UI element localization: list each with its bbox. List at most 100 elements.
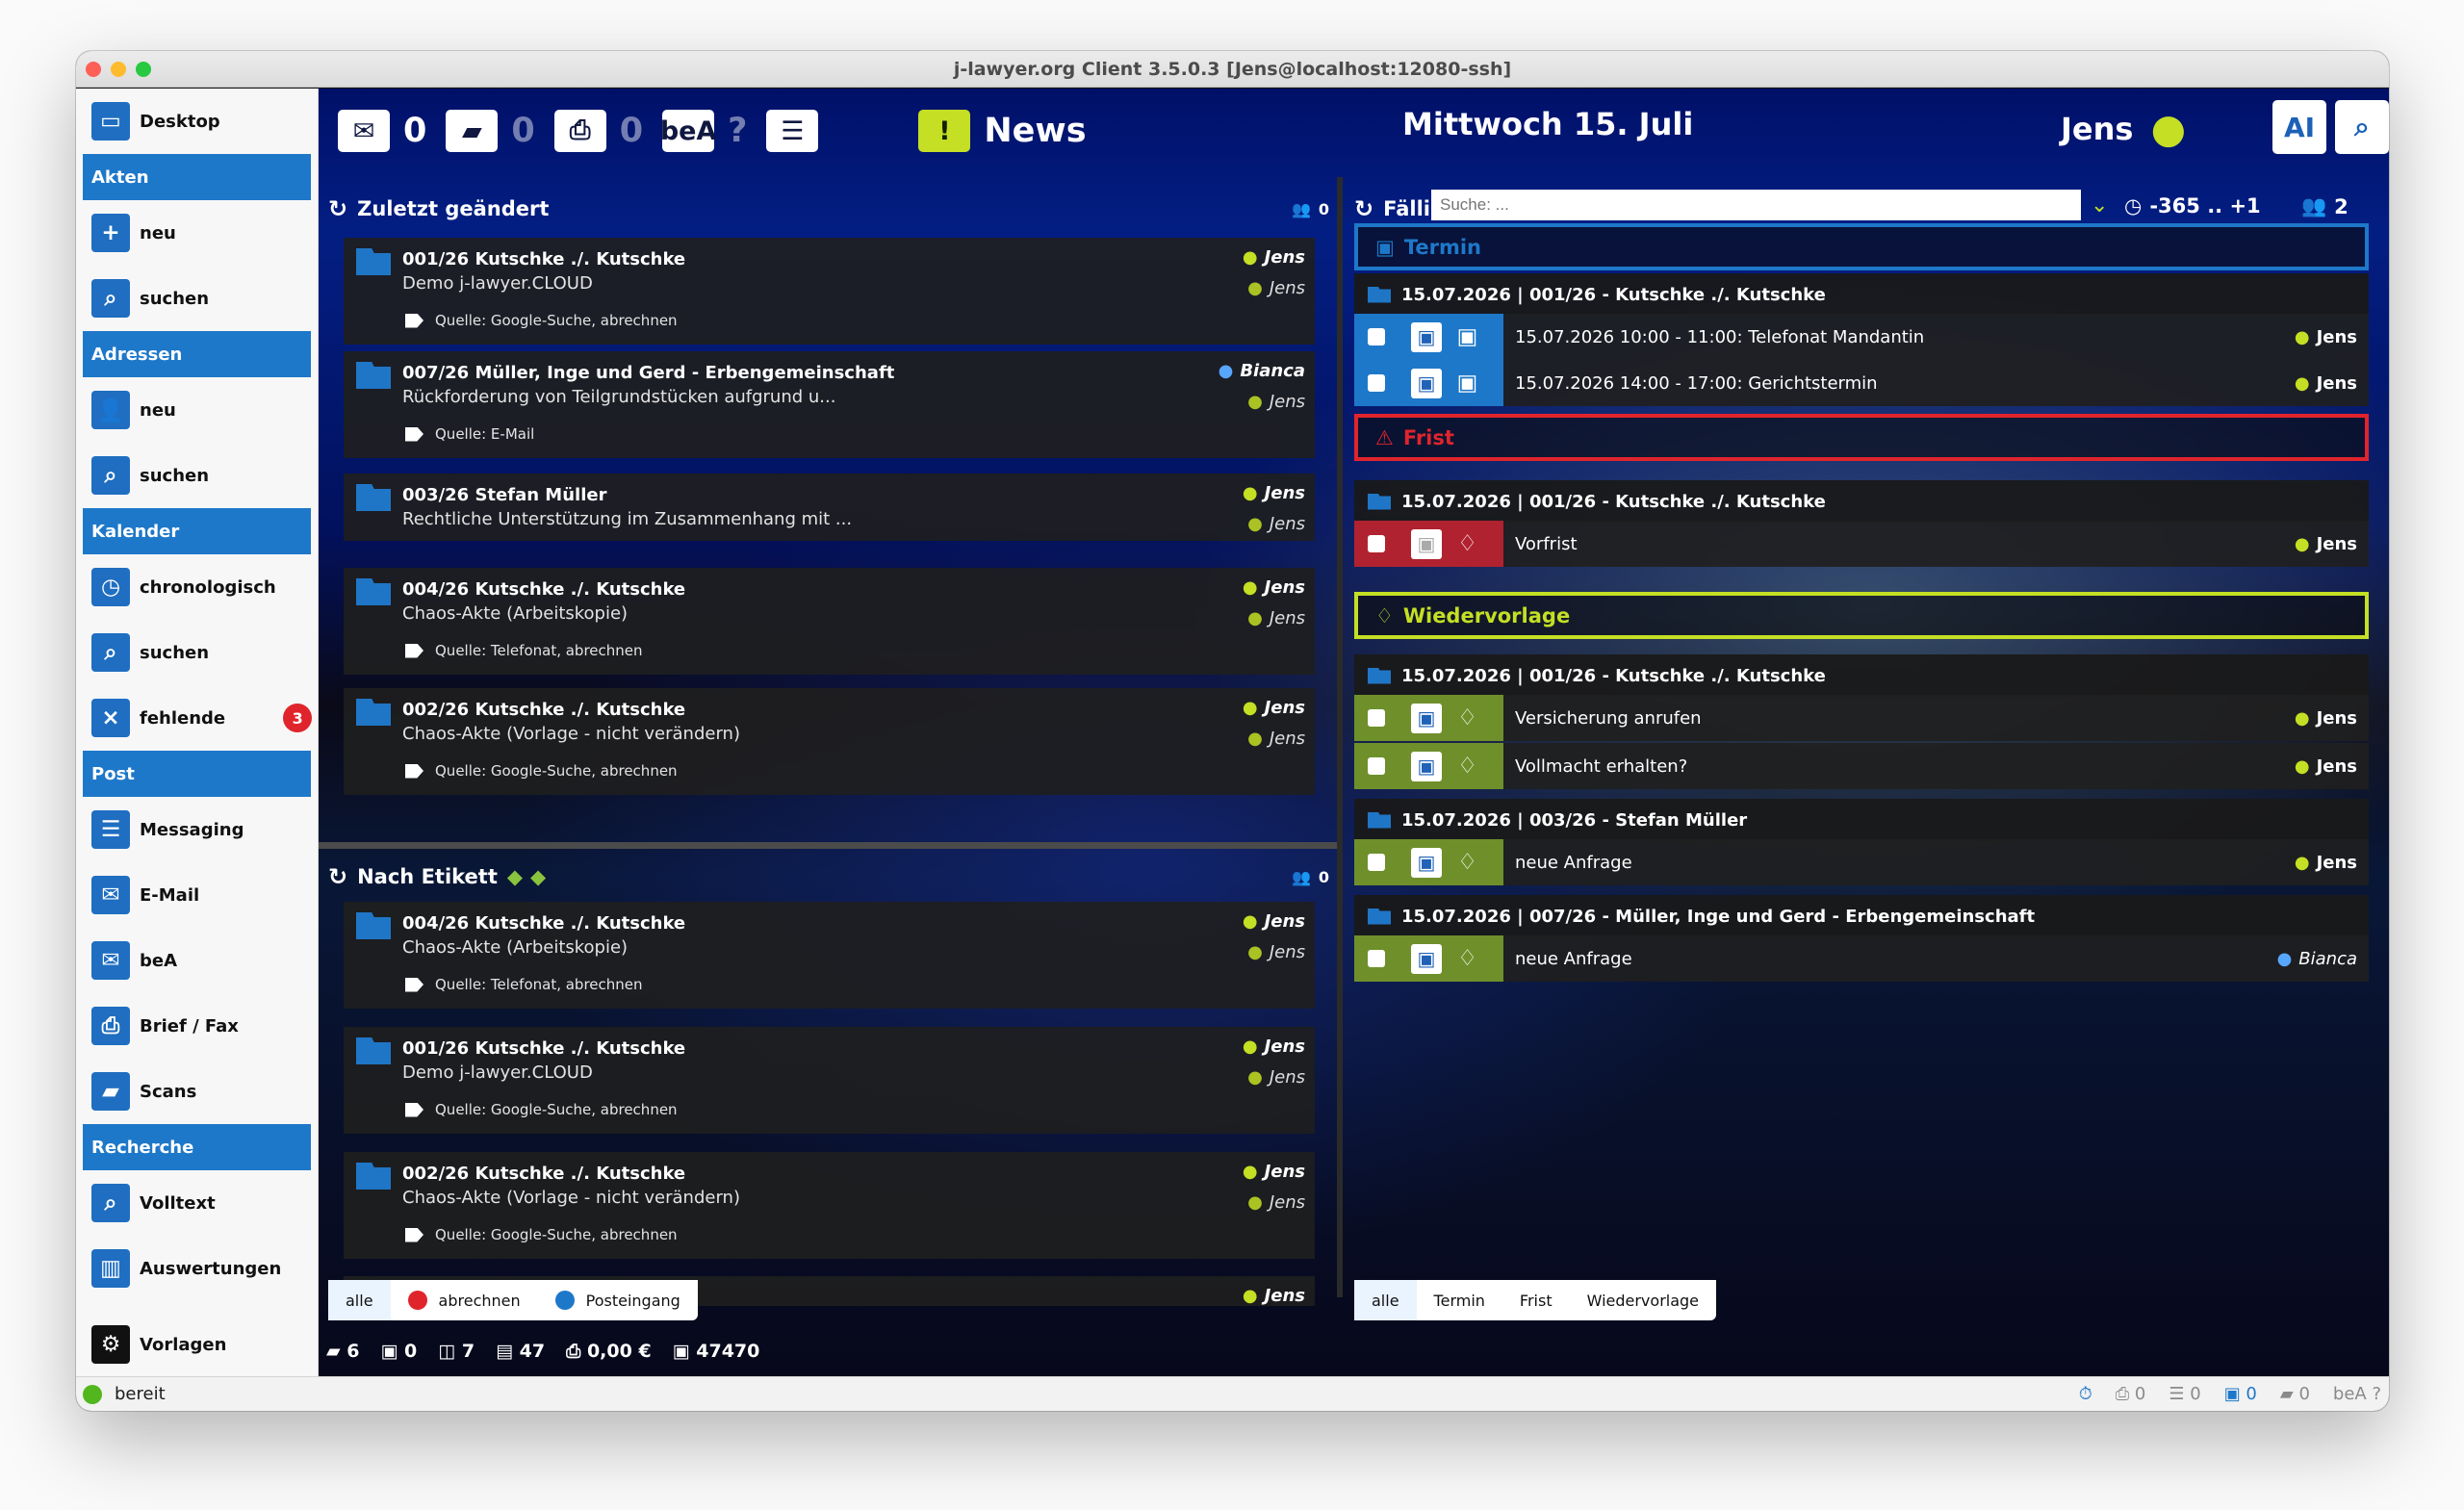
tab-alle[interactable]: alle xyxy=(328,1280,391,1320)
sidebar-item-scans[interactable]: ▰ Scans xyxy=(76,1059,318,1124)
sidebar-item-bea[interactable]: ✉ beA xyxy=(76,928,318,993)
folder-stat: ▰ 6 xyxy=(326,1341,360,1362)
horizontal-splitter[interactable] xyxy=(319,842,1337,849)
case-card[interactable]: 007/26 Müller, Inge und Gerd - Erbengeme… xyxy=(344,351,1315,458)
timer-icon[interactable]: ⏱ xyxy=(2079,1384,2092,1404)
bea-counter[interactable]: beA? xyxy=(660,110,747,152)
sidebar-item-desktop[interactable]: ▭ Desktop xyxy=(76,89,318,154)
sidebar-item-brief-fax[interactable]: ⎙ Brief / Fax xyxy=(76,993,318,1059)
tag-icon xyxy=(405,426,424,442)
case-description: Chaos-Akte (Vorlage - nicht verändern) xyxy=(402,724,740,744)
case-description: Rückforderung von Teilgrundstücken aufgr… xyxy=(402,387,836,407)
event-checkbox[interactable] xyxy=(1368,535,1385,552)
due-range[interactable]: ◷ -365 .. +1 xyxy=(2124,194,2261,218)
wiedervorlage-case-row[interactable]: 15.07.2026 | 007/26 - Müller, Inge und G… xyxy=(1354,895,2369,937)
case-owner: ● Jens xyxy=(1242,1286,1305,1306)
wiedervorlage-event[interactable]: ▣ ♢ Versicherung anrufen ● Jens xyxy=(1354,695,2369,741)
message-status[interactable]: ☰ 0 xyxy=(2169,1384,2200,1404)
print-counter[interactable]: ⎙ 0 xyxy=(553,110,643,152)
case-card[interactable]: 003/26 Stefan Müller Rechtliche Unterstüt… xyxy=(344,473,1315,541)
sidebar-item-email[interactable]: ✉ E-Mail xyxy=(76,862,318,928)
scan-counter[interactable]: ▰ 0 xyxy=(446,110,535,152)
tab-alle[interactable]: alle xyxy=(1354,1280,1417,1320)
current-date: Mittwoch 15. Juli xyxy=(1402,106,1694,142)
sidebar-item-adressen-suchen[interactable]: ⌕ suchen xyxy=(76,443,318,508)
minimize-window-button[interactable] xyxy=(111,62,126,77)
sidebar-item-messaging[interactable]: ☰ Messaging xyxy=(76,797,318,862)
wiedervorlage-event[interactable]: ▣ ♢ neue Anfrage ● Bianca xyxy=(1354,935,2369,982)
scan-status[interactable]: ▰ 0 xyxy=(2280,1384,2310,1404)
user-icon: ● xyxy=(1247,1067,1263,1088)
search-icon: ⌕ xyxy=(91,279,130,318)
event-checkbox[interactable] xyxy=(1368,757,1385,775)
mail-icon: ✉ xyxy=(91,876,130,914)
bell-icon: ♢ xyxy=(1375,603,1394,627)
event-checkbox[interactable] xyxy=(1368,709,1385,727)
case-card[interactable]: 002/26 Kutschke ./. Kutschke Chaos-Akte (… xyxy=(344,688,1315,795)
wiedervorlage-case-row[interactable]: 15.07.2026 | 001/26 - Kutschke ./. Kutsc… xyxy=(1354,654,2369,697)
tab-abrechnen[interactable]: abrechnen xyxy=(391,1280,538,1320)
sidebar-section-post: Post xyxy=(83,751,311,797)
refresh-icon[interactable]: ↻ xyxy=(1354,195,1373,222)
due-users[interactable]: 👥 2 xyxy=(2301,194,2348,218)
frist-section[interactable]: ⚠ Frist xyxy=(1354,414,2369,461)
sidebar-item-akten-neu[interactable]: + neu xyxy=(76,200,318,266)
tab-termin[interactable]: Termin xyxy=(1417,1280,1502,1320)
case-card[interactable]: 004/26 Kutschke ./. Kutschke Chaos-Akte (… xyxy=(344,902,1315,1009)
termin-case-row[interactable]: 15.07.2026 | 001/26 - Kutschke ./. Kutsc… xyxy=(1354,273,2369,316)
wiedervorlage-event[interactable]: ▣ ♢ Vollmacht erhalten? ● Jens xyxy=(1354,743,2369,789)
sidebar-item-fehlende[interactable]: × fehlende 3 xyxy=(76,685,318,751)
tab-wiedervorlage[interactable]: Wiedervorlage xyxy=(1570,1280,1716,1320)
folder-icon xyxy=(1368,811,1391,829)
close-window-button[interactable] xyxy=(86,62,101,77)
folder-icon xyxy=(356,699,391,726)
tab-frist[interactable]: Frist xyxy=(1502,1280,1570,1320)
scanner-icon: ▰ xyxy=(91,1072,130,1111)
event-checkbox[interactable] xyxy=(1368,950,1385,967)
sidebar-item-volltext[interactable]: ⌕ Volltext xyxy=(76,1170,318,1236)
termin-event[interactable]: ▣ ▣ 15.07.2026 14:00 - 17:00: Gerichtsterm… xyxy=(1354,360,2369,406)
event-checkbox[interactable] xyxy=(1368,854,1385,871)
wiedervorlage-section[interactable]: ♢ Wiedervorlage xyxy=(1354,592,2369,639)
refresh-icon[interactable]: ↻ xyxy=(328,863,347,890)
news-button[interactable]: ! News xyxy=(918,110,1087,152)
due-search-input[interactable] xyxy=(1431,190,2081,220)
sidebar-item-vorlagen[interactable]: ⚙ Vorlagen xyxy=(76,1312,318,1377)
vertical-splitter[interactable] xyxy=(1337,177,1343,1297)
refresh-icon[interactable]: ↻ xyxy=(328,195,347,222)
wiedervorlage-event[interactable]: ▣ ♢ neue Anfrage ● Jens xyxy=(1354,839,2369,885)
case-card[interactable]: 001/26 Kutschke ./. Kutschke Demo j-lawye… xyxy=(344,1027,1315,1134)
right-filter-tabs: alle Termin Frist Wiedervorlage xyxy=(1354,1280,1717,1320)
folder-icon xyxy=(356,1037,391,1064)
messages-button[interactable]: ☰ xyxy=(766,110,832,152)
tab-posteingang[interactable]: Posteingang xyxy=(538,1280,698,1320)
tag-icon: ◆ xyxy=(506,865,524,888)
current-user[interactable]: Jens ● xyxy=(2061,105,2186,152)
frist-case-row[interactable]: 15.07.2026 | 001/26 - Kutschke ./. Kutsc… xyxy=(1354,480,2369,523)
search-icon[interactable]: ⌕ xyxy=(2335,100,2389,154)
sidebar-item-kalender-suchen[interactable]: ⌕ suchen xyxy=(76,620,318,685)
event-checkbox[interactable] xyxy=(1368,328,1385,346)
sync-status-icon[interactable]: ▣ 0 xyxy=(2224,1384,2257,1404)
case-card[interactable]: 001/26 Kutschke ./. Kutschke Demo j-lawye… xyxy=(344,238,1315,345)
ai-button[interactable]: AI xyxy=(2272,100,2326,154)
wiedervorlage-case-row[interactable]: 15.07.2026 | 003/26 - Stefan Müller xyxy=(1354,799,2369,841)
frist-event[interactable]: ▣ ♢ Vorfrist ● Jens xyxy=(1354,521,2369,567)
collapse-icon[interactable]: ⌄ xyxy=(2091,193,2108,218)
sidebar-item-chronologisch[interactable]: ◷ chronologisch xyxy=(76,554,318,620)
sidebar-item-adressen-neu[interactable]: 👤 neu xyxy=(76,377,318,443)
event-checkbox[interactable] xyxy=(1368,374,1385,392)
clock-calendar-icon: ◷ xyxy=(91,568,130,606)
sidebar-item-auswertungen[interactable]: ▥ Auswertungen xyxy=(76,1236,318,1301)
case-card[interactable]: 004/26 Kutschke ./. Kutschke Chaos-Akte (… xyxy=(344,568,1315,675)
sidebar-item-akten-suchen[interactable]: ⌕ suchen xyxy=(76,266,318,331)
termin-event[interactable]: ▣ ▣ 15.07.2026 10:00 - 11:00: Telefonat Ma… xyxy=(1354,314,2369,360)
maximize-window-button[interactable] xyxy=(136,62,151,77)
user-icon: ● xyxy=(1242,698,1258,718)
user-icon: ● xyxy=(1242,577,1258,598)
termin-section[interactable]: ▣ Termin xyxy=(1354,223,2369,270)
case-card[interactable]: 002/26 Kutschke ./. Kutschke Chaos-Akte (… xyxy=(344,1152,1315,1259)
mail-counter[interactable]: ✉ 0 xyxy=(338,110,426,152)
print-status[interactable]: ⎙ 0 xyxy=(2116,1384,2146,1404)
bea-status[interactable]: beA ? xyxy=(2333,1384,2381,1404)
